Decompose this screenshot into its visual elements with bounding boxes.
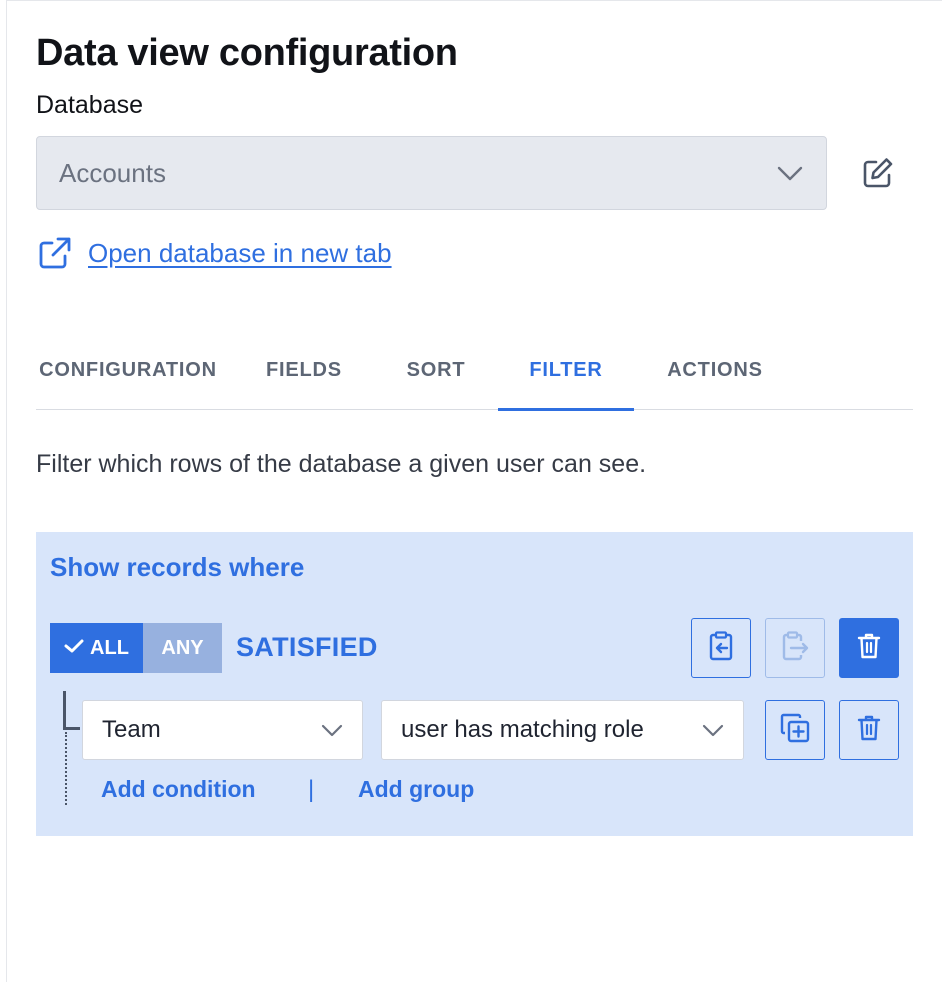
filter-description: Filter which rows of the database a give…: [36, 450, 647, 478]
toggle-any-button[interactable]: ANY: [143, 623, 222, 673]
duplicate-icon: [780, 713, 810, 748]
page-title: Data view configuration: [36, 32, 458, 74]
filter-panel: Show records where ALL ANY SATISFIED Tea…: [36, 532, 913, 836]
tab-fields[interactable]: FIELDS: [262, 330, 346, 410]
paste-filter-button[interactable]: [691, 618, 751, 678]
toggle-all-label: ALL: [90, 636, 129, 659]
satisfied-label: SATISFIED: [236, 632, 378, 662]
clipboard-copy-icon: [780, 630, 810, 666]
delete-condition-button[interactable]: [839, 700, 899, 760]
condition-field-select[interactable]: Team: [82, 700, 363, 760]
condition-field-value: Team: [102, 716, 161, 743]
toggle-any-label: ANY: [161, 636, 204, 659]
database-label: Database: [36, 91, 144, 119]
external-link-icon: [36, 235, 72, 271]
open-database-link[interactable]: Open database in new tab: [36, 235, 392, 271]
duplicate-condition-button[interactable]: [765, 700, 825, 760]
clipboard-paste-icon: [707, 630, 735, 666]
trash-icon: [857, 714, 881, 747]
left-border: [6, 0, 7, 982]
trash-icon: [857, 632, 881, 665]
chevron-down-icon: [776, 161, 804, 190]
tab-filter[interactable]: FILTER: [498, 330, 634, 411]
tab-configuration[interactable]: CONFIGURATION: [36, 330, 220, 410]
edit-icon: [860, 156, 894, 195]
tab-sort[interactable]: SORT: [398, 330, 474, 410]
tree-connector: [63, 691, 80, 730]
top-border: [6, 0, 942, 1]
condition-operator-value: user has matching role: [401, 716, 644, 743]
database-select[interactable]: Accounts: [36, 136, 827, 210]
link-separator: |: [308, 776, 315, 803]
all-any-toggle: ALL ANY: [50, 623, 222, 673]
tab-bar: CONFIGURATION FIELDS SORT FILTER ACTIONS: [36, 330, 913, 411]
add-group-link[interactable]: Add group: [358, 776, 474, 803]
database-select-value: Accounts: [59, 157, 166, 188]
add-condition-link[interactable]: Add condition: [101, 776, 256, 803]
delete-filter-button[interactable]: [839, 618, 899, 678]
chevron-down-icon: [320, 720, 344, 748]
chevron-down-icon: [701, 720, 725, 748]
tab-actions[interactable]: ACTIONS: [661, 330, 769, 410]
tree-dotted-line: [65, 732, 67, 805]
check-icon: [64, 637, 90, 660]
filter-panel-title: Show records where: [50, 552, 305, 582]
condition-operator-select[interactable]: user has matching role: [381, 700, 744, 760]
open-database-link-label: Open database in new tab: [88, 237, 392, 268]
toggle-all-button[interactable]: ALL: [50, 623, 143, 673]
copy-filter-button[interactable]: [765, 618, 825, 678]
edit-database-button[interactable]: [857, 155, 897, 195]
